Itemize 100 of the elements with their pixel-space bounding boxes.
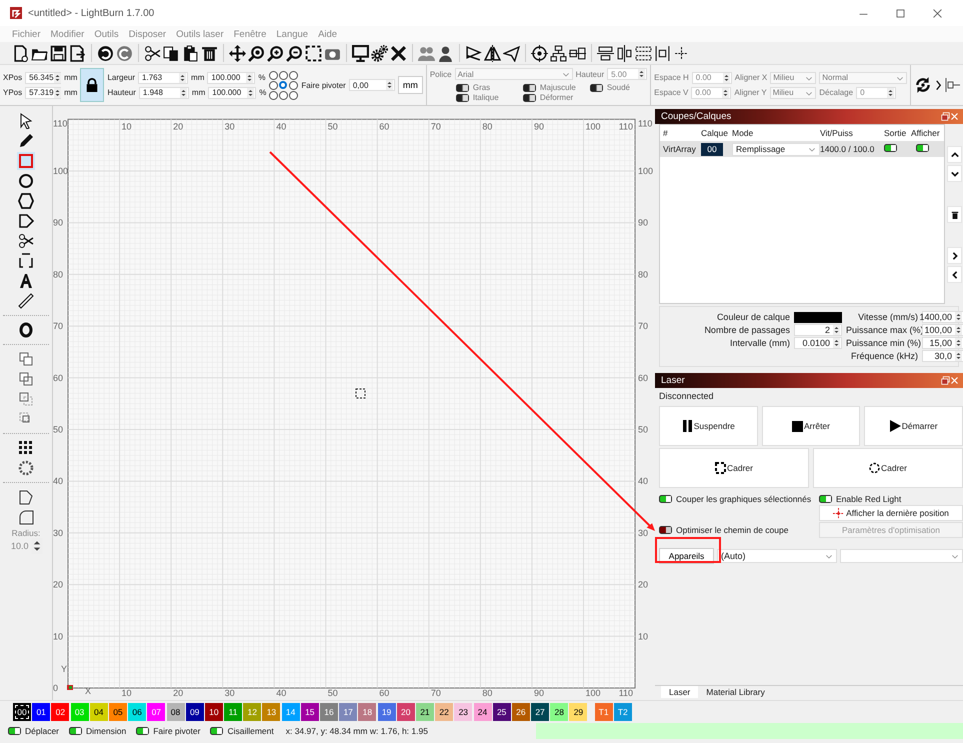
field-label: Faire pivoter [301,80,346,90]
port-dropdown[interactable]: (Auto) [717,549,837,563]
ruler-label: 60 [379,121,390,132]
number-field[interactable]: 0.00 [692,72,732,84]
color-chip[interactable]: 09 [186,703,204,721]
number-field[interactable]: 2 [794,324,842,336]
color-chip[interactable]: 15 [300,703,319,721]
last-position-button[interactable]: Afficher la dernière position [819,505,963,521]
field-label: Vitesse (mm/s) [857,312,918,322]
ruler-label: 20 [53,580,64,590]
number-field[interactable]: 57.319 [25,86,62,98]
ruler-label: 40 [276,688,286,698]
ruler-label: 70 [430,121,441,132]
toggle-label: Majuscule [540,83,576,92]
ruler-label: 110 [638,118,652,128]
ruler-label: 30 [53,528,64,538]
color-chip[interactable]: 00 [13,703,31,721]
tab[interactable]: Material Library [698,686,773,698]
color-chip[interactable]: 04 [90,703,108,721]
ruler-label: 20 [173,121,184,132]
ruler-label: 10 [638,631,648,642]
toggle-label: Dimension [86,726,126,736]
unit-label: % [259,88,266,97]
radius-label: Radius: [12,528,40,538]
color-chip[interactable]: 20 [396,703,415,721]
color-chip[interactable]: 23 [454,703,472,721]
ruler-label: X [85,686,91,696]
laser-button[interactable]: Suspendre [659,406,758,446]
layer-chip[interactable]: 00 [701,142,723,156]
number-field[interactable]: 5.00 [607,68,648,80]
color-chip[interactable]: 06 [128,703,146,721]
ruler-label: 110 [618,688,634,698]
ruler-label: 30 [638,528,648,538]
connection-status: Disconnected [658,390,715,403]
number-field[interactable]: 0,00 [348,79,395,91]
ruler-label: 90 [638,218,648,228]
ruler-label: 80 [53,269,64,280]
column-header: Calque [700,128,729,138]
ruler-label: 70 [638,321,648,332]
number-field[interactable]: 100,00 [922,324,963,336]
number-field[interactable]: 100.000 [208,86,256,98]
unit-label: mm [192,88,206,97]
ruler-label: 100 [586,688,601,698]
panel-title: Coupes/Calques [661,111,732,122]
laser-button[interactable]: Démarrer [864,406,963,446]
color-chip[interactable]: 02 [51,703,70,721]
color-chip[interactable]: 26 [512,703,530,721]
number-field[interactable]: 1.948 [138,86,189,98]
ruler-label: 110 [618,121,634,132]
align-dropdown[interactable]: Milieu [770,86,816,98]
unit-button[interactable]: mm [398,76,423,94]
mode-dropdown[interactable]: Remplissage [732,142,820,156]
toggle-label: Enable Red Light [836,494,902,504]
color-chip[interactable]: 27 [531,703,550,721]
number-field[interactable]: 15,00 [922,337,963,349]
field-label: Espace V [654,88,688,97]
color-chip[interactable]: 05 [108,703,127,721]
toggle-label: Optimiser le chemin de coupe [676,525,788,535]
color-chip[interactable]: 25 [492,703,511,721]
number-field[interactable]: 100.000 [207,72,256,84]
field-label: Décalage [819,88,854,97]
ruler-label: 40 [638,476,648,486]
ruler-label: 60 [53,372,64,383]
color-chip[interactable]: 24 [474,703,492,721]
number-field[interactable]: 1400,00 [922,311,963,323]
table-row[interactable]: VirtArray 00 Remplissage 1400.0 / 100.0 [660,141,944,157]
font-dropdown[interactable]: Arial [454,68,573,80]
number-field[interactable]: 56.345 [25,72,62,84]
table-cell-text: VirtArray [662,144,697,154]
menu-item[interactable]: Disposer [128,28,166,40]
color-chip[interactable]: 29 [569,703,588,721]
number-field[interactable]: 0 [856,86,896,98]
tab[interactable]: Laser [661,686,698,698]
number-field[interactable]: 0.00 [691,86,732,98]
color-chip[interactable]: 21 [416,703,434,721]
field-label: Puissance min (%) [846,338,918,348]
table-cell-text: 1400.0 / 100.0 [819,144,876,154]
color-chip[interactable]: 28 [550,703,568,721]
laser-button[interactable]: Arrêter [762,406,860,446]
ruler-label: 40 [276,121,286,132]
color-chip[interactable]: 10 [204,703,223,721]
color-chip[interactable]: 22 [435,703,454,721]
style-dropdown[interactable]: Normal [819,72,908,84]
toggle-label: Déformer [540,93,574,102]
color-chip[interactable]: 19 [378,703,396,721]
ruler-label: 100 [586,121,601,132]
color-chip[interactable]: 16 [320,703,338,721]
ruler-label: 90 [53,218,64,228]
number-field[interactable]: 30,0 [922,350,963,362]
color-chip[interactable]: 08 [166,703,184,721]
number-field[interactable]: 0.0100 [794,337,842,349]
field-label: Aligner Y [734,88,767,97]
color-chip[interactable]: 01 [32,703,50,721]
number-field[interactable]: 1.763 [138,72,188,84]
panel-title: Laser [661,375,686,386]
ruler-label: 40 [53,476,64,486]
align-dropdown[interactable]: Milieu [770,72,816,84]
laser-button[interactable]: Cadrer [813,448,963,488]
laser-button[interactable]: Cadrer [659,448,809,488]
toggle-label: Italique [472,93,499,102]
